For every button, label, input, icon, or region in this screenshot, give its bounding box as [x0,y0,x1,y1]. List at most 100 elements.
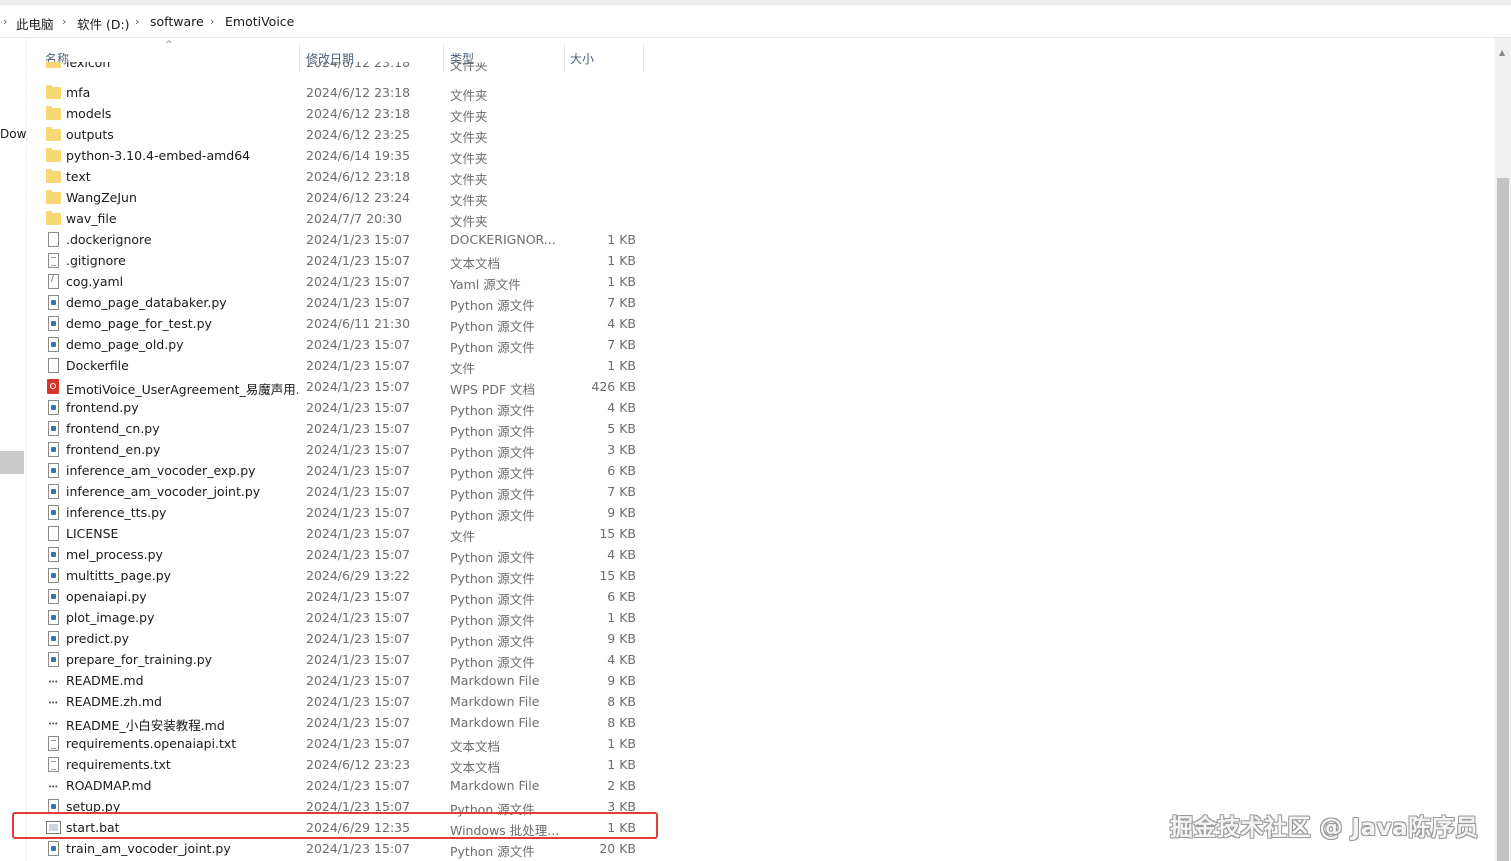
file-row[interactable]: demo_page_old.py 2024/1/23 15:07 Python 源文… [28,335,648,356]
file-date: 2024/1/23 15:07 [306,589,411,604]
file-type: Yaml 源文件 [450,277,521,292]
chevron-right-icon[interactable]: › [3,15,7,28]
file-row[interactable]: outputs 2024/6/12 23:25 文件夹 [28,125,648,146]
file-size: 15 KB [599,568,636,583]
file-row[interactable]: ••• README_小白安装教程.md 2024/1/23 15:07 Markdo… [28,713,648,734]
file-row[interactable]: demo_page_databaker.py 2024/1/23 15:07 Pyt… [28,293,648,314]
breadcrumb-item-software[interactable]: software [150,14,204,29]
file-row[interactable]: models 2024/6/12 23:18 文件夹 [28,104,648,125]
file-type: 文件夹 [450,88,488,103]
file-row[interactable]: frontend.py 2024/1/23 15:07 Python 源文件 4 KB [28,398,648,419]
file-size: 5 KB [607,421,636,436]
file-date: 2024/6/12 23:23 [306,757,411,772]
file-row[interactable]: ••• README.md 2024/1/23 15:07 Markdown File… [28,671,648,692]
file-name: predict.py [66,631,129,646]
file-date: 2024/1/23 15:07 [306,295,411,310]
file-type: Python 源文件 [450,487,535,502]
file-size: 8 KB [607,715,636,730]
navigation-pane[interactable]: Dow [0,38,27,861]
file-row[interactable]: prepare_for_training.py 2024/1/23 15:07 Py… [28,650,648,671]
file-date: 2024/1/23 15:07 [306,337,411,352]
file-row[interactable]: python-3.10.4-embed-amd64 2024/6/14 19:35… [28,146,648,167]
file-row[interactable]: predict.py 2024/1/23 15:07 Python 源文件 9 KB [28,629,648,650]
file-row[interactable]: frontend_cn.py 2024/1/23 15:07 Python 源文件 5… [28,419,648,440]
file-size: 15 KB [599,526,636,541]
file-row[interactable]: text 2024/6/12 23:18 文件夹 [28,167,648,188]
file-name: .gitignore [66,253,126,268]
text-file-icon [48,253,59,268]
file-row[interactable]: wav_file 2024/7/7 20:30 文件夹 [28,209,648,230]
file-type: Python 源文件 [450,613,535,628]
file-row[interactable]: requirements.txt 2024/6/12 23:23 文本文档 1 KB [28,755,648,776]
breadcrumb-item-drive[interactable]: 软件 (D:) [77,14,130,33]
file-name: cog.yaml [66,274,124,289]
file-row[interactable]: inference_am_vocoder_exp.py 2024/1/23 15:… [28,461,648,482]
file-size: 7 KB [607,484,636,499]
python-file-icon [48,316,59,331]
file-row[interactable]: plot_image.py 2024/1/23 15:07 Python 源文件 1 … [28,608,648,629]
file-size: 9 KB [607,673,636,688]
file-row[interactable]: LICENSE 2024/1/23 15:07 文件 15 KB [28,524,648,545]
python-file-icon [48,295,59,310]
file-size: 4 KB [607,547,636,562]
file-row[interactable]: ••• ROADMAP.md 2024/1/23 15:07 Markdown Fil… [28,776,648,797]
breadcrumb-item-this-pc[interactable]: 此电脑 [16,14,54,33]
file-type: 文件夹 [450,172,488,187]
file-row[interactable]: cog.yaml 2024/1/23 15:07 Yaml 源文件 1 KB [28,272,648,293]
file-row[interactable]: Dockerfile 2024/1/23 15:07 文件 1 KB [28,356,648,377]
nav-item-downloads-partial[interactable]: Dow [0,127,26,141]
file-type: Python 源文件 [450,634,535,649]
markdown-file-icon: ••• [48,783,58,791]
file-size: 4 KB [607,400,636,415]
file-date: 2024/1/23 15:07 [306,505,411,520]
file-row-partial[interactable]: lexicon 2024/6/12 23:18 文件夹 [28,62,648,73]
file-row[interactable]: multitts_page.py 2024/6/29 13:22 Python 源文… [28,566,648,587]
file-type: 文件夹 [450,193,488,208]
file-row[interactable]: demo_page_for_test.py 2024/6/11 21:30 Pyth… [28,314,648,335]
file-row[interactable]: .dockerignore 2024/1/23 15:07 DOCKERIGNOR.… [28,230,648,251]
file-date: 2024/1/23 15:07 [306,421,411,436]
file-row[interactable]: .gitignore 2024/1/23 15:07 文本文档 1 KB [28,251,648,272]
file-size: 1 KB [607,610,636,625]
file-icon [48,358,59,373]
file-row[interactable]: openaiapi.py 2024/1/23 15:07 Python 源文件 6 K… [28,587,648,608]
file-name: demo_page_databaker.py [66,295,227,310]
file-row[interactable]: mfa 2024/6/12 23:18 文件夹 [28,83,648,104]
scroll-thumb[interactable] [1497,178,1509,861]
file-date: 2024/1/23 15:07 [306,610,411,625]
file-date: 2024/6/12 23:18 [306,62,411,70]
chevron-right-icon[interactable]: › [135,15,139,28]
breadcrumb-item-emotivoice[interactable]: EmotiVoice [225,14,294,29]
nav-item-selected[interactable] [0,451,24,474]
file-name: .dockerignore [66,232,152,247]
file-row[interactable]: inference_am_vocoder_joint.py 2024/1/23 1… [28,482,648,503]
folder-icon [46,169,61,183]
file-size: 9 KB [607,631,636,646]
file-date: 2024/1/23 15:07 [306,694,411,709]
file-type: Markdown File [450,673,540,688]
file-type: WPS PDF 文档 [450,382,536,397]
pdf-file-icon [47,379,59,394]
python-file-icon [48,652,59,667]
address-bar[interactable]: › 此电脑 › 软件 (D:) › software › EmotiVoice [0,5,1511,38]
file-list[interactable]: lexicon 2024/6/12 23:18 文件夹 mfa 2024/6/12… [28,62,1495,861]
chevron-right-icon[interactable]: › [62,15,66,28]
file-row[interactable]: WangZeJun 2024/6/12 23:24 文件夹 [28,188,648,209]
file-date: 2024/6/12 23:18 [306,85,411,100]
file-type: 文件夹 [450,130,488,145]
file-size: 2 KB [607,778,636,793]
file-row[interactable]: mel_process.py 2024/1/23 15:07 Python 源文件 4… [28,545,648,566]
file-row[interactable]: train_am_vocoder_joint.py 2024/1/23 15:07… [28,839,648,860]
file-row[interactable]: ••• README.zh.md 2024/1/23 15:07 Markdown F… [28,692,648,713]
file-row[interactable]: frontend_en.py 2024/1/23 15:07 Python 源文件 3… [28,440,648,461]
file-row[interactable]: requirements.openaiapi.txt 2024/1/23 15:0… [28,734,648,755]
file-icon [48,232,59,247]
scroll-up-arrow-icon[interactable]: ▲ [1499,48,1505,57]
python-file-icon [48,547,59,562]
vertical-scrollbar[interactable]: ▲ [1495,38,1511,861]
chevron-right-icon[interactable]: › [210,15,214,28]
file-name: requirements.openaiapi.txt [66,736,237,751]
file-row[interactable]: inference_tts.py 2024/1/23 15:07 Python 源文… [28,503,648,524]
file-row[interactable]: EmotiVoice_UserAgreement_易魔声用... 2024/1/2… [28,377,648,398]
file-name: README.zh.md [66,694,162,709]
